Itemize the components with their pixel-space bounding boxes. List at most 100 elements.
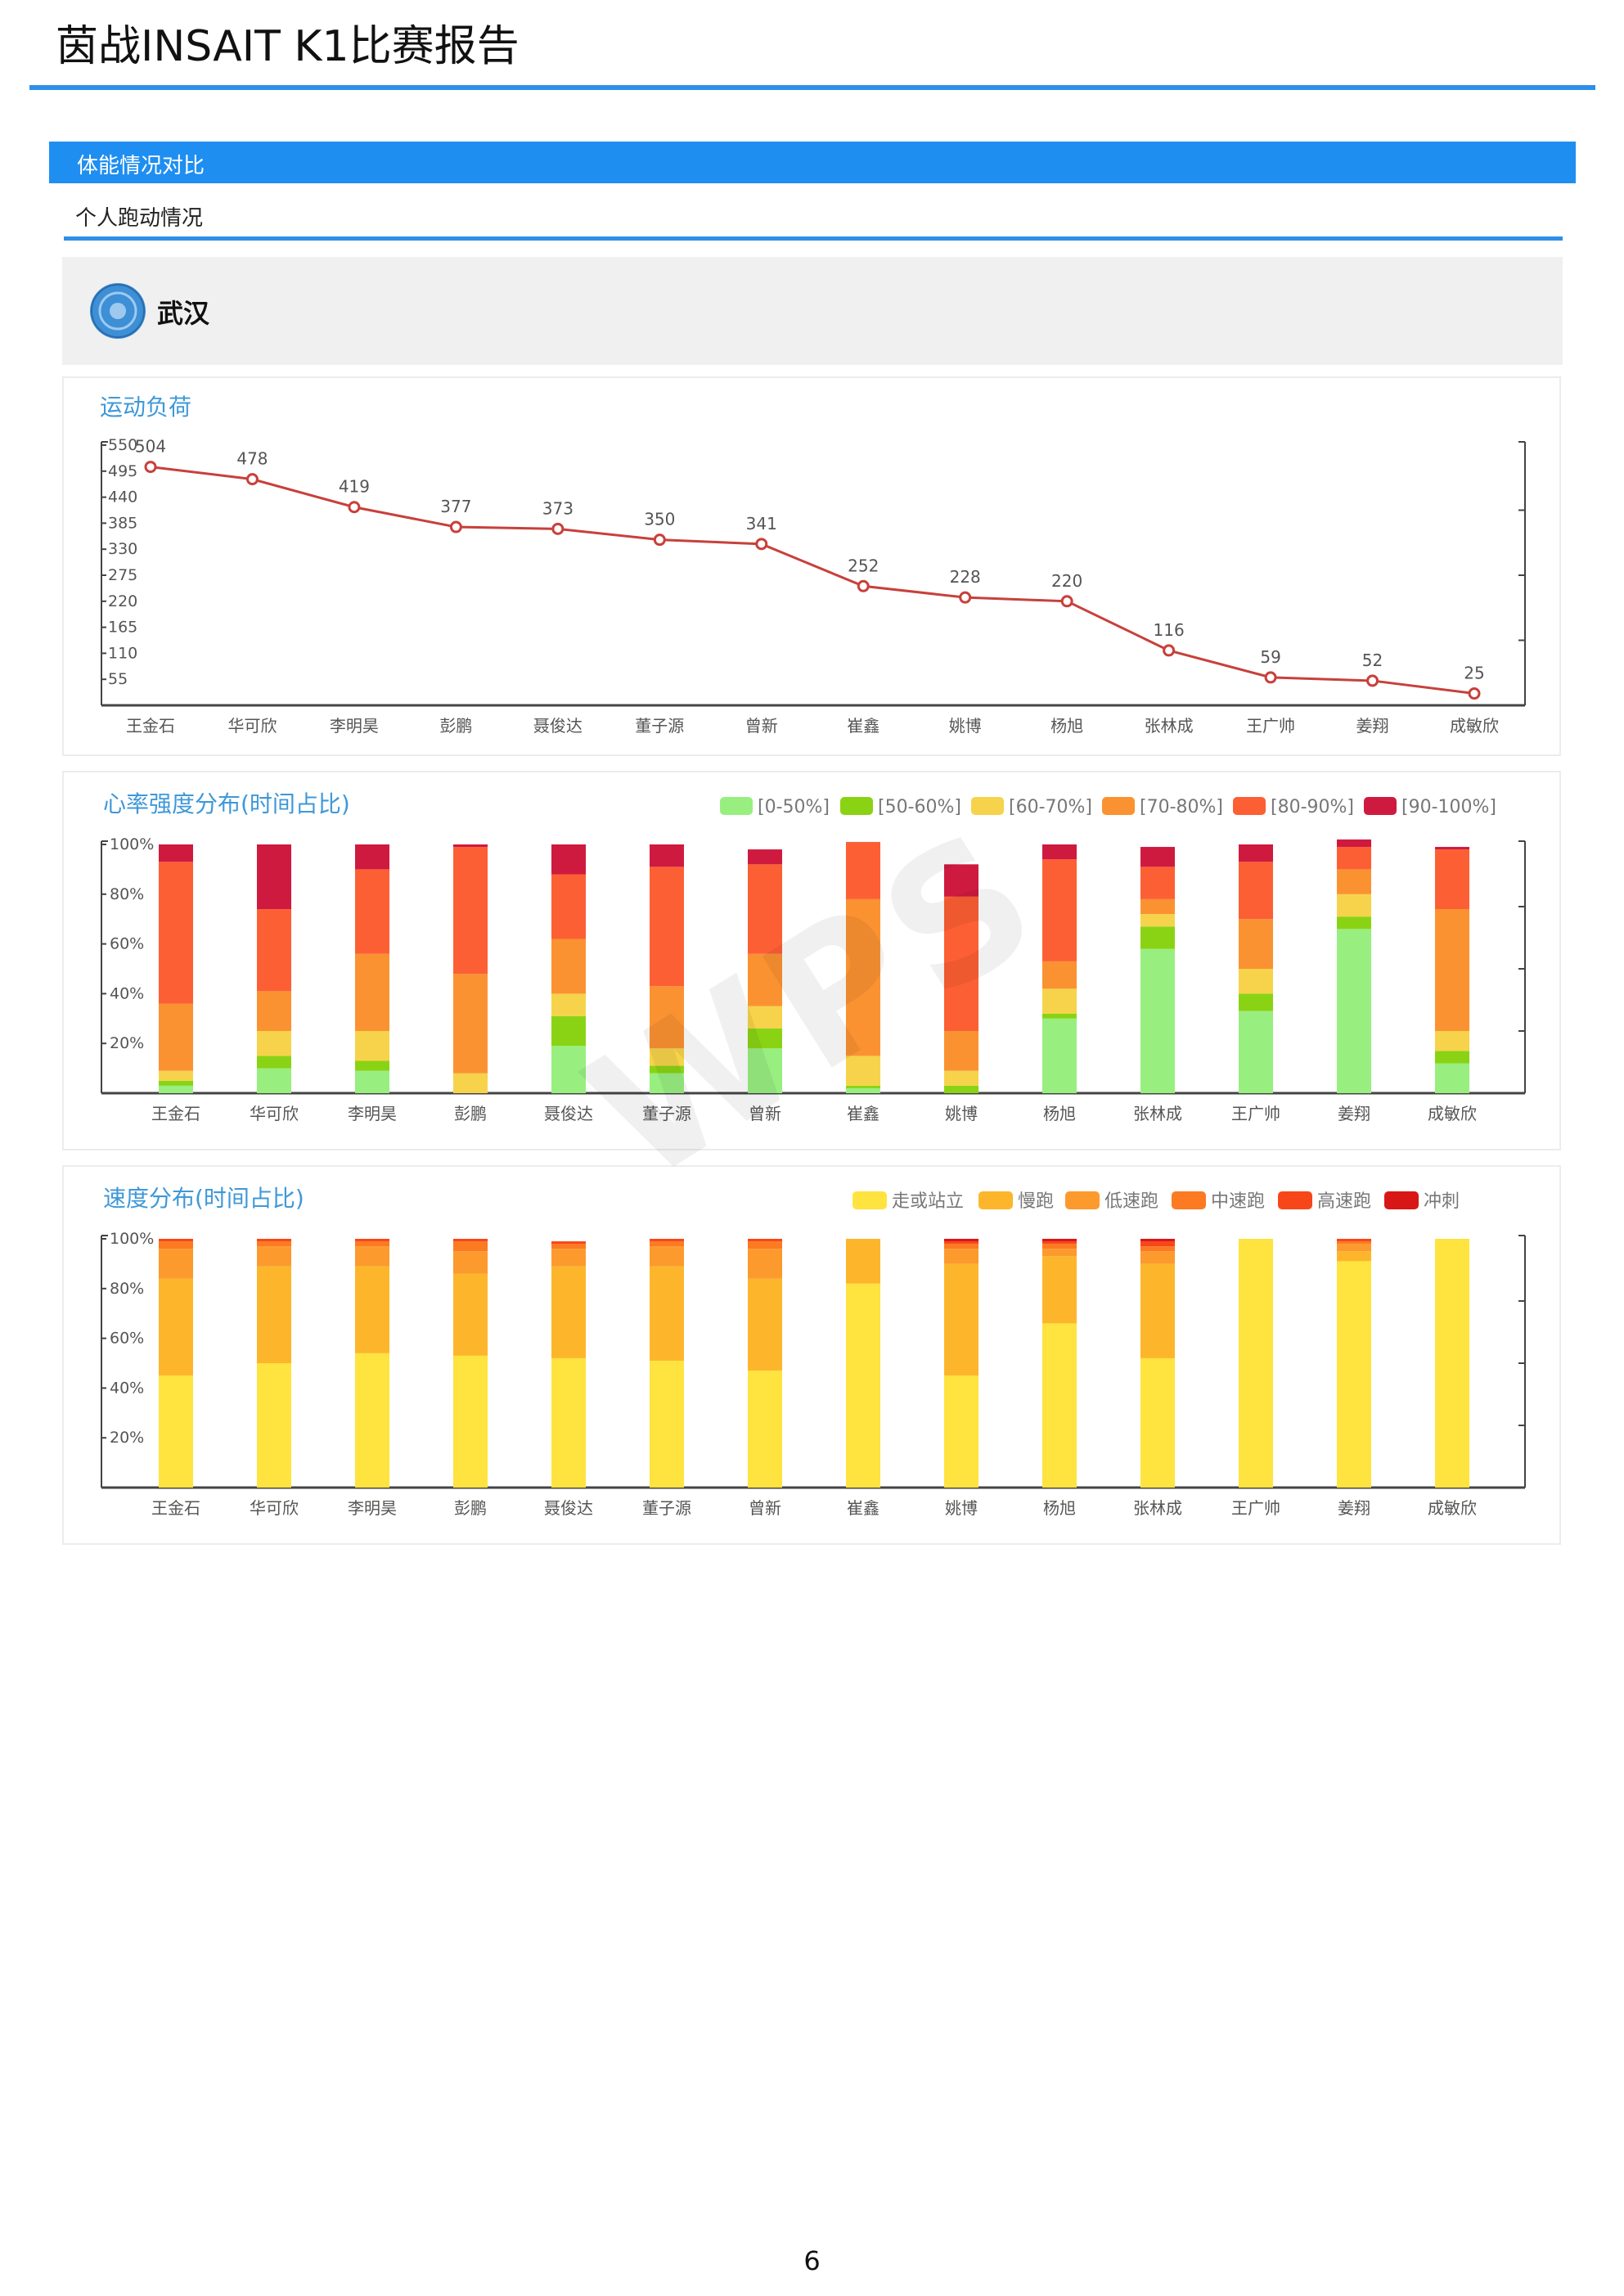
bar-segment [1140,898,1175,915]
y-tick-label: 220 [108,592,137,610]
y-tick-label: 55 [108,670,128,688]
workload-chart: 运动负荷 550 495 440 385 330 275 220 165 110 55 504 王金石 4… [100,394,1526,736]
legend-swatch [720,797,753,815]
bar-segment [1337,1244,1371,1252]
bar-segment [453,847,488,975]
bar-segment [748,1241,782,1249]
bar-segment [1337,847,1371,870]
legend-label: [90-100%] [1401,797,1496,817]
x-tick-label: 成敏欣 [1450,716,1499,736]
y-tick-label: 495 [108,462,137,480]
bar-segment [159,862,193,1004]
data-label: 350 [644,510,675,529]
bar-segment [944,1085,978,1093]
bar-segment [355,844,389,870]
bar-segment [453,844,488,848]
x-tick-label: 崔鑫 [847,716,879,736]
bar-segment [944,1249,978,1264]
bar-segment [1042,1323,1077,1488]
bar-segment [1042,1241,1077,1245]
speed-chart: 速度分布(时间占比) 走或站立 慢跑 低速跑 中速跑 高速跑 冲刺 100% 80% 60% 40%… [101,1185,1526,1518]
bar-segment [1337,916,1371,930]
bar-segment [257,1239,291,1242]
bar-segment [944,1239,978,1242]
data-label: 59 [1260,647,1280,667]
legend-label: 慢跑 [1018,1191,1054,1212]
x-tick-label: 华可欣 [227,716,277,736]
bar-segment [257,1241,291,1247]
data-point [959,591,972,604]
data-label: 116 [1154,620,1185,640]
bar-segment [650,1266,684,1361]
bar-segment [1337,869,1371,894]
bar-segment [257,991,291,1031]
x-tick-label: 李明昊 [348,1104,397,1123]
bar-segment [159,1239,193,1242]
legend-label: 走或站立 [892,1191,964,1212]
bar-segment [650,1246,684,1267]
bar-segment [159,1249,193,1279]
x-tick-label: 姚博 [945,1498,978,1518]
y-tick-label: 20% [110,1034,144,1052]
bar-segment [1140,1241,1175,1247]
y-tick-label: 100% [110,1230,154,1248]
legend-label: [0-50%] [758,797,830,817]
workload-chart-panel: 运动负荷 550 495 440 385 330 275 220 165 110 55 504 王金石 4… [62,376,1561,756]
y-tick-label: 100% [110,835,154,853]
bar-segment [944,1263,978,1376]
section-title: 体能情况对比 [77,154,205,178]
bar-segment [551,1266,586,1358]
bar-segment [355,1241,389,1247]
bar-segment [1435,1051,1469,1064]
data-label: 373 [542,498,574,518]
legend-swatch [1102,797,1135,815]
bar-segment [1337,929,1371,1093]
team-header: 武汉 [62,257,1563,365]
bar-segment [1140,1263,1175,1358]
data-label: 25 [1464,664,1484,683]
data-label: 52 [1362,651,1383,670]
bar-segment [650,1239,684,1242]
x-tick-label: 姜翔 [1338,1104,1370,1123]
bar-segment [1140,926,1175,949]
y-tick-label: 20% [110,1429,144,1447]
bar-segment [355,1031,389,1061]
y-tick-label: 275 [108,566,137,584]
bar-segment [1140,1239,1175,1242]
team-name: 武汉 [157,298,210,329]
legend-label: 低速跑 [1104,1191,1158,1212]
y-tick-label: 80% [110,885,144,903]
data-point [1163,644,1176,657]
bar-segment [159,1080,193,1086]
data-label: 504 [135,437,166,457]
y-tick-label: 40% [110,984,144,1002]
bar-segment [1140,867,1175,899]
bar-segment [257,844,291,910]
bar-segment [1435,847,1469,850]
bar-segment [1042,988,1077,1014]
bar-segment [748,849,782,865]
bar-segment [1140,1251,1175,1264]
y-tick-label: 330 [108,540,137,558]
bar-segment [355,1353,389,1488]
bar-segment [1042,844,1077,860]
y-tick-label: 60% [110,935,144,953]
y-tick-label: 165 [108,619,137,637]
y-tick-label: 80% [110,1280,144,1298]
x-tick-label: 王金石 [151,1498,200,1518]
bar-segment [453,1073,488,1093]
bar-segment [748,1371,782,1488]
data-label: 478 [236,449,268,469]
x-tick-label: 杨旭 [1043,1104,1076,1123]
data-point [857,579,870,592]
bar-segment [1140,847,1175,867]
subsection-divider [64,236,1563,241]
data-point [1060,595,1073,608]
bar-segment [453,1355,488,1488]
bar-segment [1337,1251,1371,1262]
bar-segment [257,1056,291,1069]
x-tick-label: 王广帅 [1231,1104,1280,1123]
bar-segment [257,1246,291,1267]
data-label: 220 [1051,571,1082,591]
y-tick-label: 440 [108,488,137,506]
